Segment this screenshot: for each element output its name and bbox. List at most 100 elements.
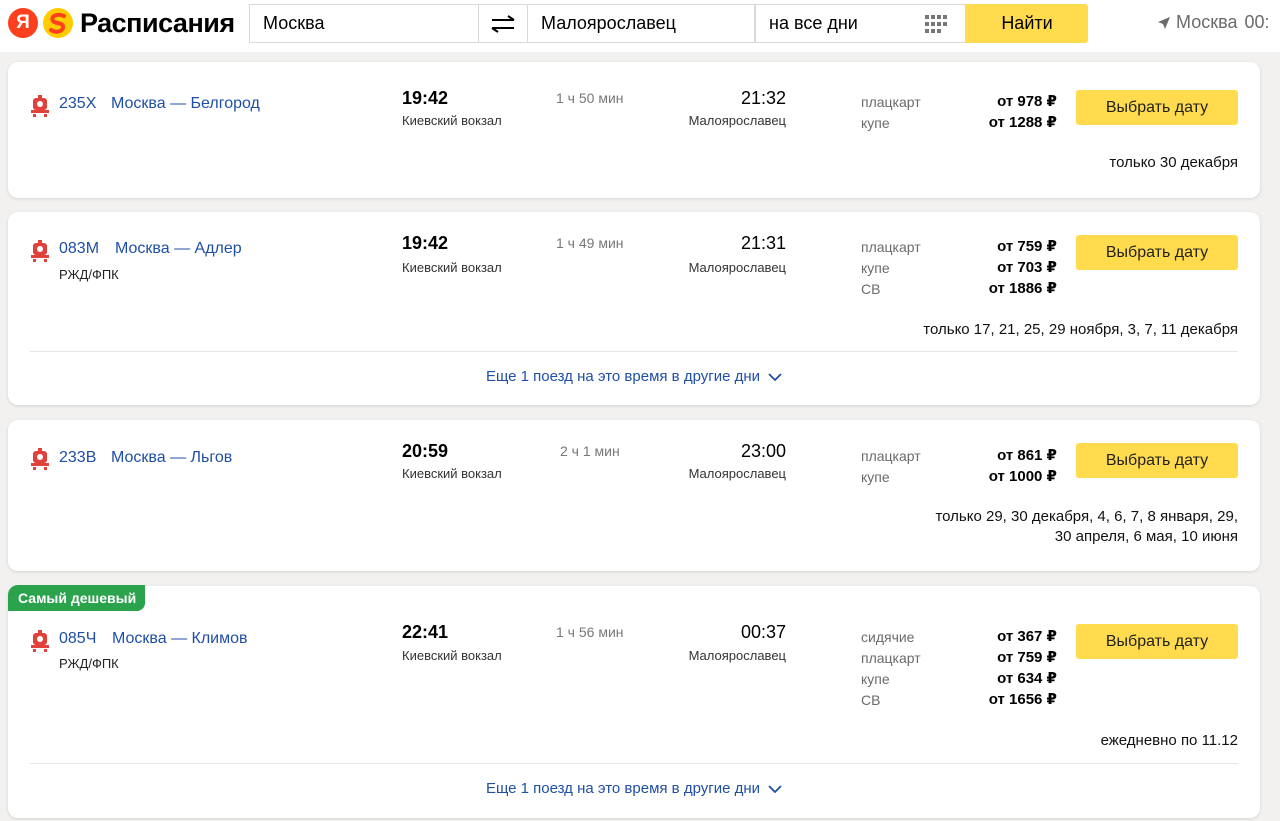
seat-class-price: от 759 ₽ — [997, 238, 1057, 255]
seat-class-row: плацкарт от 759 ₽ — [861, 648, 1057, 669]
choose-date-button[interactable]: Выбрать дату — [1076, 235, 1238, 270]
travel-duration: 1 ч 49 мин — [556, 235, 624, 251]
travel-duration: 2 ч 1 мин — [560, 443, 620, 459]
schedules-logo-icon — [43, 8, 73, 38]
running-days-line: только 29, 30 декабря, 4, 6, 7, 8 января… — [935, 508, 1238, 525]
running-days: ежедневно по 11.12 — [1100, 732, 1238, 749]
seat-class-name: купе — [861, 260, 890, 276]
departure-time: 22:41 — [402, 622, 449, 642]
travel-duration: 1 ч 50 мин — [556, 90, 624, 106]
train-number-link[interactable]: 085Ч — [59, 630, 96, 648]
more-trains-link[interactable]: Еще 1 поезд на это время в другие дни — [8, 780, 1260, 797]
arrival-time: 00:37 — [740, 622, 786, 642]
seat-classes: плацкарт от 759 ₽ купе от 703 ₽ СВ от 18… — [861, 237, 1057, 300]
travel-duration: 1 ч 56 мин — [556, 624, 624, 640]
seat-class-name: плацкарт — [861, 239, 921, 255]
seat-class-price: от 1656 ₽ — [988, 691, 1057, 708]
departure-station: Киевский вокзал — [402, 648, 502, 663]
seat-class-price: от 634 ₽ — [997, 670, 1057, 687]
arrival-time: 23:00 — [740, 441, 786, 461]
choose-date-button[interactable]: Выбрать дату — [1076, 443, 1238, 478]
train-card: 233В Москва — Льгов 20:59 Киевский вокза… — [8, 420, 1260, 571]
running-days: только 30 декабря — [1109, 154, 1238, 171]
departure-station: Киевский вокзал — [402, 113, 502, 128]
arrival-station: Малоярославец — [688, 260, 786, 275]
train-card: 235Х Москва — Белгород 19:42 Киевский во… — [8, 62, 1260, 198]
running-days: только 17, 21, 25, 29 ноября, 3, 7, 11 д… — [923, 321, 1238, 338]
seat-class-name: СВ — [861, 281, 881, 297]
seat-class-row: купе от 1000 ₽ — [861, 467, 1057, 488]
seat-class-price: от 1288 ₽ — [988, 114, 1057, 131]
seat-class-row: плацкарт от 861 ₽ — [861, 446, 1057, 467]
seat-class-row: купе от 1288 ₽ — [861, 113, 1057, 134]
seat-class-name: купе — [861, 671, 890, 687]
more-trains-label: Еще 1 поезд на это время в другие дни — [485, 368, 761, 385]
cheapest-badge: Самый дешевый — [8, 585, 146, 611]
seat-classes: плацкарт от 861 ₽ купе от 1000 ₽ — [861, 446, 1057, 488]
arrival-station: Малоярославец — [688, 113, 786, 128]
train-number-link[interactable]: 233В — [59, 449, 96, 467]
departure-station: Киевский вокзал — [402, 466, 502, 481]
header: Я Расписания Москва Малоярославец на все… — [0, 0, 1280, 52]
carrier-name: РЖД/ФПК — [59, 656, 119, 671]
seat-class-price: от 703 ₽ — [997, 259, 1057, 276]
seat-class-row: СВ от 1656 ₽ — [861, 690, 1057, 711]
running-days: только 29, 30 декабря, 4, 6, 7, 8 января… — [935, 507, 1238, 547]
divider — [30, 351, 1238, 352]
calendar-icon[interactable] — [925, 15, 947, 33]
departure-time: 20:59 — [402, 441, 449, 461]
train-card: 083М Москва — Адлер РЖД/ФПК 19:42 Киевск… — [8, 212, 1260, 405]
logo-text: Расписания — [80, 7, 235, 38]
train-number-link[interactable]: 235Х — [59, 95, 96, 113]
choose-date-button[interactable]: Выбрать дату — [1076, 90, 1238, 125]
seat-class-name: купе — [861, 115, 890, 131]
train-icon — [31, 448, 49, 470]
more-trains-label: Еще 1 поезд на это время в другие дни — [485, 780, 761, 797]
location-time: 00: — [1244, 12, 1270, 32]
seat-class-row: плацкарт от 759 ₽ — [861, 237, 1057, 258]
seat-class-price: от 759 ₽ — [997, 649, 1057, 666]
running-days-line: 30 апреля, 6 мая, 10 июня — [1054, 528, 1238, 545]
seat-class-price: от 367 ₽ — [997, 628, 1057, 645]
yandex-schedules-logo[interactable]: Я Расписания — [8, 7, 235, 39]
location-city: Москва — [1176, 12, 1238, 32]
seat-class-name: купе — [861, 469, 890, 485]
seat-class-row: СВ от 1886 ₽ — [861, 279, 1057, 300]
seat-class-row: сидячие от 367 ₽ — [861, 627, 1057, 648]
more-trains-link[interactable]: Еще 1 поезд на это время в другие дни — [8, 368, 1260, 385]
train-number-link[interactable]: 083М — [59, 240, 99, 258]
date-field-value: на все дни — [769, 13, 858, 33]
train-icon — [31, 630, 49, 652]
train-route-link[interactable]: Москва — Белгород — [111, 95, 260, 113]
swap-arrows-icon — [491, 14, 515, 33]
arrival-station: Малоярославец — [688, 466, 786, 481]
choose-date-button[interactable]: Выбрать дату — [1076, 624, 1238, 659]
to-field[interactable]: Малоярославец — [527, 4, 755, 43]
train-icon — [31, 240, 49, 262]
seat-class-name: сидячие — [861, 629, 915, 645]
seat-class-name: плацкарт — [861, 94, 921, 110]
train-icon — [31, 95, 49, 117]
chevron-down-icon — [768, 785, 782, 794]
location-arrow-icon — [1158, 16, 1170, 29]
search-button[interactable]: Найти — [966, 4, 1088, 43]
train-card: Самый дешевый 085Ч Москва — Климов РЖД/Ф… — [8, 585, 1260, 818]
location-selector[interactable]: Москва 00: — [1158, 12, 1269, 33]
seat-class-name: плацкарт — [861, 448, 921, 464]
seat-class-name: СВ — [861, 692, 881, 708]
train-route-link[interactable]: Москва — Льгов — [111, 449, 232, 467]
departure-time: 19:42 — [402, 233, 449, 253]
seat-class-price: от 978 ₽ — [997, 93, 1057, 110]
seat-classes: сидячие от 367 ₽ плацкарт от 759 ₽ купе … — [861, 627, 1057, 711]
seat-class-row: купе от 703 ₽ — [861, 258, 1057, 279]
departure-time: 19:42 — [402, 88, 449, 108]
seat-classes: плацкарт от 978 ₽ купе от 1288 ₽ — [861, 92, 1057, 134]
train-route-link[interactable]: Москва — Адлер — [115, 240, 242, 258]
from-field[interactable]: Москва — [249, 4, 479, 43]
seat-class-row: купе от 634 ₽ — [861, 669, 1057, 690]
date-field[interactable]: на все дни — [755, 4, 966, 43]
train-route-link[interactable]: Москва — Климов — [112, 630, 248, 648]
seat-class-price: от 1000 ₽ — [988, 468, 1057, 485]
swap-direction-button[interactable] — [479, 4, 527, 43]
arrival-station: Малоярославец — [688, 648, 786, 663]
